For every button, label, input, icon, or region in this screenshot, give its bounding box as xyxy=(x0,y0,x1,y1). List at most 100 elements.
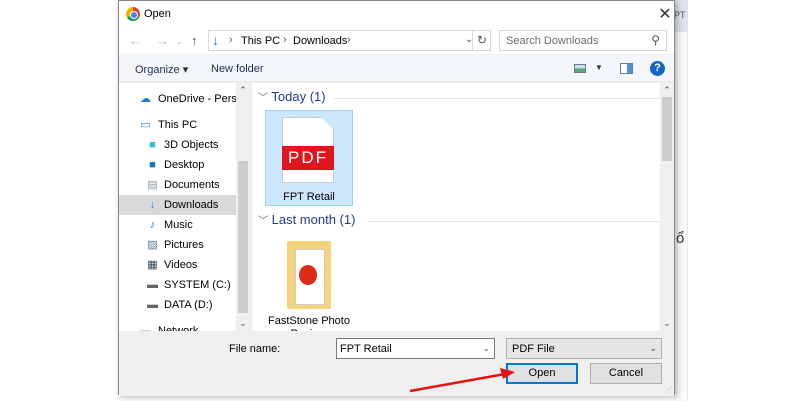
scroll-down-arrow[interactable]: ⌄ xyxy=(660,318,674,329)
resize-grip[interactable]: ⋰ xyxy=(665,386,672,394)
file-list: ﹀ Today (1) PDF FPT Retail ﹀ Last month … xyxy=(252,83,674,331)
pictures-icon: ▨ xyxy=(147,239,158,251)
group-divider xyxy=(334,98,664,99)
close-button[interactable]: ✕ xyxy=(655,4,675,24)
nav-pane-scrollbar[interactable]: ⌃ ⌄ xyxy=(236,83,250,331)
change-view-icon[interactable] xyxy=(574,64,586,73)
nav-item-network[interactable]: ▬ Network xyxy=(119,321,236,331)
recent-locations-dropdown[interactable]: ⌄ xyxy=(176,37,183,46)
group-header-today[interactable]: ﹀ Today (1) xyxy=(258,89,664,104)
nav-item-videos[interactable]: ▦ Videos xyxy=(119,255,236,275)
preview-pane-icon[interactable] xyxy=(620,63,633,74)
file-item-fpt-retail[interactable]: PDF FPT Retail xyxy=(265,110,353,206)
group-label: Today (1) xyxy=(271,89,326,104)
chrome-icon xyxy=(126,7,140,21)
background-tab: PT xyxy=(674,0,688,32)
scroll-down-arrow[interactable]: ⌄ xyxy=(236,318,250,329)
chevron-down-icon[interactable]: ⌄ xyxy=(482,343,490,354)
scroll-up-arrow[interactable]: ⌃ xyxy=(660,85,674,96)
file-type-value: PDF File xyxy=(512,343,555,355)
nav-item-label: This PC xyxy=(158,119,198,131)
chevron-right-icon: › xyxy=(229,34,233,46)
file-name-input[interactable]: FPT Retail ⌄ xyxy=(336,338,495,359)
pdf-file-icon: PDF xyxy=(282,117,334,183)
drive-icon: ▬ xyxy=(147,279,158,291)
music-icon: ♪ xyxy=(149,219,156,231)
videos-icon: ▦ xyxy=(147,259,158,271)
toolbar: Organize ▾ New folder ▼ ? xyxy=(119,55,674,82)
refresh-button[interactable]: ↻ xyxy=(472,31,491,50)
folder-icon xyxy=(287,241,331,309)
breadcrumb-downloads[interactable]: Downloads xyxy=(293,35,347,47)
dialog-footer: File name: FPT Retail ⌄ PDF File ⌄ Open Ca… xyxy=(119,331,674,396)
group-label: Last month (1) xyxy=(271,212,356,227)
nav-item-label: SYSTEM (C:) xyxy=(164,279,231,291)
search-input[interactable]: Search Downloads ⚲ xyxy=(499,30,667,51)
file-name: FPT Retail xyxy=(283,191,335,203)
help-button[interactable]: ? xyxy=(650,61,665,76)
nav-item-label: DATA (D:) xyxy=(164,299,213,311)
file-type-select[interactable]: PDF File ⌄ xyxy=(506,338,662,359)
nav-item-pictures[interactable]: ▨ Pictures xyxy=(119,235,236,255)
search-icon: ⚲ xyxy=(651,33,660,47)
nav-item-this-pc[interactable]: ▭ This PC xyxy=(119,115,236,135)
chevron-right-icon: › xyxy=(283,34,287,46)
drive-icon: ▬ xyxy=(147,299,158,311)
nav-item-label: Music xyxy=(164,219,193,231)
content-scrollbar[interactable]: ⌃ ⌄ xyxy=(660,83,674,331)
navigation-pane: ☁ OneDrive - Person ▭ This PC ■ 3D Objects … xyxy=(119,83,250,331)
nav-item-documents[interactable]: ▤ Documents xyxy=(119,175,236,195)
title-bar: Open ✕ xyxy=(119,1,674,28)
nav-item-label: Desktop xyxy=(164,159,205,171)
desktop-icon: ■ xyxy=(149,159,156,171)
background-text-fragment: ổ xyxy=(676,230,685,247)
nav-item-data-d[interactable]: ▬ DATA (D:) xyxy=(119,295,236,315)
file-name: FastStone Photo Resizer xyxy=(268,315,350,331)
scroll-up-arrow[interactable]: ⌃ xyxy=(236,85,250,96)
nav-item-label: Downloads xyxy=(164,199,219,211)
document-icon: ▤ xyxy=(147,179,158,191)
search-placeholder: Search Downloads xyxy=(506,35,599,47)
chevron-down-icon: ⌄ xyxy=(649,343,657,353)
cube-icon: ■ xyxy=(149,139,156,151)
cloud-icon: ☁ xyxy=(140,93,151,105)
forward-button[interactable]: → xyxy=(156,33,169,48)
open-button[interactable]: Open xyxy=(506,363,578,384)
nav-item-system-c[interactable]: ▬ SYSTEM (C:) xyxy=(119,275,236,295)
scrollbar-thumb[interactable] xyxy=(238,161,248,313)
file-item-faststone[interactable]: FastStone Photo Resizer xyxy=(265,233,353,331)
back-button[interactable]: ← xyxy=(129,33,142,48)
organize-button[interactable]: Organize ▾ xyxy=(135,63,188,76)
nav-item-3d-objects[interactable]: ■ 3D Objects xyxy=(119,135,236,155)
nav-item-label: Videos xyxy=(164,259,198,271)
download-icon: ↓ xyxy=(149,199,156,211)
group-header-last-month[interactable]: ﹀ Last month (1) xyxy=(258,212,674,227)
breadcrumb-this-pc[interactable]: This PC xyxy=(241,35,280,47)
scrollbar-thumb[interactable] xyxy=(662,97,672,161)
background-page xyxy=(674,0,688,401)
up-button[interactable]: ↑ xyxy=(191,33,198,48)
address-bar[interactable]: ↓ › This PC › Downloads › ⌄ ↻ xyxy=(208,30,491,51)
nav-item-music[interactable]: ♪ Music xyxy=(119,215,236,235)
nav-item-label: Pictures xyxy=(164,239,204,251)
collapse-chevron-icon: ﹀ xyxy=(258,93,268,104)
dialog-title: Open xyxy=(144,8,171,20)
background-text: PT xyxy=(674,10,686,20)
downloads-icon: ↓ xyxy=(212,32,219,48)
view-dropdown[interactable]: ▼ xyxy=(595,63,603,72)
nav-item-label: 3D Objects xyxy=(164,139,219,151)
nav-item-desktop[interactable]: ■ Desktop xyxy=(119,155,236,175)
nav-item-label: Documents xyxy=(164,179,220,191)
computer-icon: ▭ xyxy=(140,119,151,131)
chevron-right-icon: › xyxy=(347,34,351,46)
collapse-chevron-icon: ﹀ xyxy=(258,216,268,227)
nav-item-label: Network xyxy=(158,325,199,331)
nav-item-onedrive[interactable]: ☁ OneDrive - Person xyxy=(119,89,249,109)
group-divider xyxy=(368,221,674,222)
new-folder-button[interactable]: New folder xyxy=(211,63,264,75)
file-name-label: File name: xyxy=(229,343,281,355)
cancel-button[interactable]: Cancel xyxy=(590,363,662,384)
nav-item-downloads[interactable]: ↓ Downloads xyxy=(119,195,236,215)
open-file-dialog: Open ✕ ← → ⌄ ↑ ↓ › This PC › Downloads ›… xyxy=(118,0,675,396)
navigation-bar: ← → ⌄ ↑ ↓ › This PC › Downloads › ⌄ ↻ Se… xyxy=(119,28,674,54)
